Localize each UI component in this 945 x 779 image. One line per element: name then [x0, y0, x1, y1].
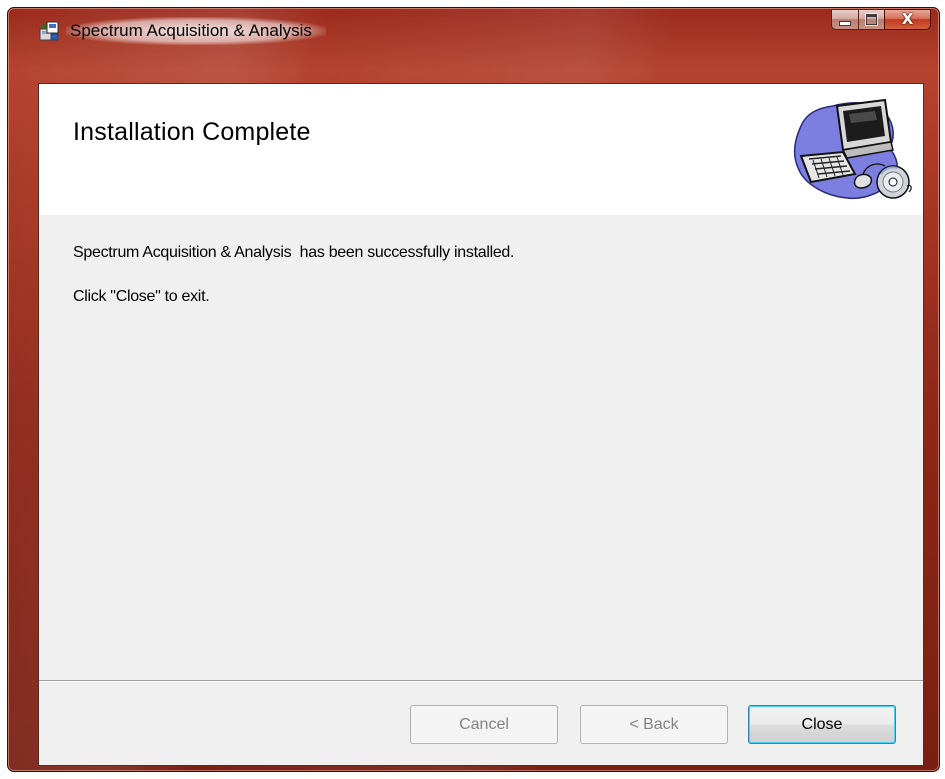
- installer-window: Spectrum Acquisition & Analysis X Instal…: [7, 7, 940, 772]
- caption-buttons: X: [831, 9, 931, 30]
- maximize-icon: [866, 14, 877, 25]
- title-bar[interactable]: Spectrum Acquisition & Analysis X: [8, 8, 939, 47]
- window-close-button[interactable]: X: [884, 9, 931, 30]
- close-button[interactable]: Close: [748, 705, 896, 744]
- exit-instruction: Click "Close" to exit.: [73, 288, 210, 305]
- page-title: Installation Complete: [73, 118, 311, 146]
- close-icon: X: [901, 10, 914, 28]
- minimize-icon: [839, 20, 851, 26]
- minimize-button[interactable]: [831, 9, 858, 30]
- cancel-button[interactable]: Cancel: [410, 705, 558, 744]
- window-title: Spectrum Acquisition & Analysis: [66, 17, 326, 45]
- screenshot-canvas: Spectrum Acquisition & Analysis X Instal…: [0, 0, 945, 779]
- banner-divider: [39, 214, 923, 215]
- computer-with-cd-icon: [793, 98, 912, 200]
- installer-package-icon: [39, 21, 59, 41]
- success-message: Spectrum Acquisition & Analysis has been…: [73, 244, 515, 261]
- maximize-button[interactable]: [858, 9, 884, 30]
- back-button[interactable]: < Back: [580, 705, 728, 744]
- header-banner: Installation Complete: [39, 84, 923, 215]
- button-bar: Cancel < Back Close: [39, 680, 923, 767]
- dialog-client-area: Installation Complete Spectrum Acquisiti…: [38, 83, 924, 766]
